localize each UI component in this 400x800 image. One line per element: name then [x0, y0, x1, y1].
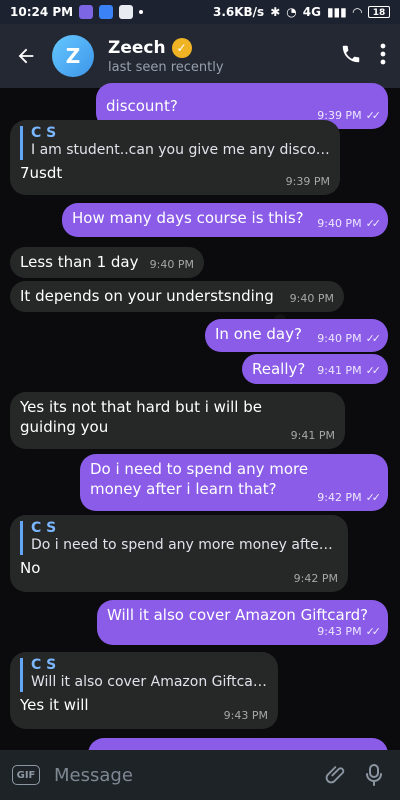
message-text: No — [20, 558, 41, 577]
message-composer: GIF — [0, 750, 400, 800]
reply-text: Do i need to spend any more money after … — [31, 537, 338, 554]
double-check-icon: ✓✓ — [365, 363, 382, 377]
message-meta: 9:40 PM ✓✓ — [317, 331, 382, 346]
notification-dot-icon — [139, 10, 144, 14]
contact-name: Zeech — [108, 37, 166, 58]
alarm-icon: ◔ — [286, 5, 297, 19]
message-time: 9:40 PM — [317, 216, 362, 230]
attach-button[interactable] — [322, 761, 350, 789]
back-arrow-icon — [18, 48, 34, 64]
message-meta: 9:43 PM — [224, 709, 268, 723]
message-meta: 9:42 PM ✓✓ — [317, 490, 382, 505]
message-bubble-incoming[interactable]: C S Do i need to spend any more money af… — [10, 515, 348, 592]
message-time: 9:41 PM — [317, 363, 362, 377]
network-speed: 3.6KB/s — [212, 5, 265, 19]
message-meta: 9:40 PM — [150, 258, 194, 272]
avatar[interactable]: Z — [52, 35, 94, 77]
double-check-icon: ✓✓ — [365, 624, 382, 638]
voice-message-button[interactable] — [360, 761, 388, 789]
message-time: 9:40 PM — [317, 331, 362, 345]
message-bubble-outgoing[interactable]: Do i need to spend any more money after … — [80, 454, 388, 511]
message-time: 9:43 PM — [223, 708, 268, 722]
message-text: 7usdt — [20, 163, 63, 182]
message-bubble-incoming[interactable]: Less than 1 day 9:40 PM — [10, 247, 204, 278]
more-options-button[interactable] — [380, 43, 386, 69]
double-check-icon: ✓✓ — [365, 331, 382, 345]
message-bubble-outgoing[interactable]: Will it also cover Amazon Giftcard? 9:43… — [97, 600, 388, 645]
status-left: 10:24 PM — [10, 5, 144, 19]
message-text: Yes its not that hard but i will be guid… — [20, 398, 262, 436]
double-check-icon: ✓✓ — [365, 108, 382, 122]
message-text: Will it also cover Amazon Giftcard? — [107, 606, 369, 624]
message-time: 9:39 PM — [285, 174, 330, 188]
message-bubble-outgoing[interactable]: Really? 9:41 PM ✓✓ — [242, 354, 388, 384]
message-meta: 9:39 PM — [286, 175, 330, 189]
chat-header: Z Zeech ✓ last seen recently — [0, 24, 400, 88]
message-time: 9:42 PM — [293, 571, 338, 585]
message-meta: 9:40 PM ✓✓ — [317, 216, 382, 231]
message-meta: 9:41 PM — [291, 429, 335, 443]
header-actions — [340, 43, 386, 69]
wifi-icon: ◠ — [352, 5, 362, 19]
status-time: 10:24 PM — [10, 5, 74, 19]
message-list: discount? 9:39 PM ✓✓ C S I am student..c… — [0, 83, 400, 758]
purple-app-icon — [79, 5, 94, 19]
double-check-icon: ✓✓ — [365, 490, 382, 504]
message-meta: 9:43 PM ✓✓ — [317, 624, 382, 639]
back-button[interactable] — [0, 24, 52, 88]
message-time: 9:41 PM — [290, 428, 335, 442]
reply-preview[interactable]: C S Will it also cover Amazon Giftcard? — [20, 657, 268, 692]
verified-badge-icon: ✓ — [171, 37, 192, 58]
message-time: 9:42 PM — [317, 490, 362, 504]
status-bar: 10:24 PM 3.6KB/s ✱ ◔ 4G ▮▮▮ ◠ 18 — [0, 0, 400, 24]
reply-text: I am student..can you give me any discou… — [31, 142, 330, 159]
message-bubble-incoming[interactable]: C S Will it also cover Amazon Giftcard? … — [10, 652, 278, 729]
gif-button[interactable]: GIF — [12, 765, 40, 785]
chat-title-block[interactable]: Zeech ✓ last seen recently — [108, 37, 340, 75]
message-input[interactable] — [52, 763, 312, 787]
message-text: It depends on your understsnding — [20, 287, 274, 305]
message-bubble-incoming[interactable]: C S I am student..can you give me any di… — [10, 120, 340, 195]
signal-icon: ▮▮▮ — [326, 5, 347, 19]
paperclip-icon — [325, 766, 345, 784]
more-vertical-icon — [380, 43, 386, 65]
blue-app-icon — [99, 5, 114, 19]
reply-author: C S — [31, 125, 57, 141]
message-time: 9:40 PM — [149, 257, 194, 271]
message-meta: 9:41 PM ✓✓ — [317, 363, 382, 378]
call-button[interactable] — [340, 43, 362, 69]
microphone-icon — [366, 764, 382, 786]
phone-icon — [342, 45, 360, 63]
message-meta: 9:40 PM — [290, 292, 334, 306]
status-right: 3.6KB/s ✱ ◔ 4G ▮▮▮ ◠ 18 — [213, 5, 390, 19]
message-time: 9:43 PM — [317, 624, 362, 638]
reply-author: C S — [31, 657, 57, 673]
signal-label: 4G — [302, 5, 321, 19]
message-bubble-outgoing[interactable]: In one day? 9:40 PM ✓✓ — [205, 319, 388, 352]
bluetooth-icon: ✱ — [270, 5, 281, 19]
reply-author: C S — [31, 520, 57, 536]
white-app-icon — [119, 5, 134, 19]
reply-preview[interactable]: C S I am student..can you give me any di… — [20, 125, 330, 160]
double-check-icon: ✓✓ — [365, 216, 382, 230]
message-bubble-incoming[interactable]: Yes its not that hard but i will be guid… — [10, 392, 345, 449]
message-bubble-incoming[interactable]: It depends on your understsnding 9:40 PM — [10, 281, 344, 312]
reply-preview[interactable]: C S Do i need to spend any more money af… — [20, 520, 338, 555]
battery-icon: 18 — [368, 6, 390, 18]
message-time: 9:40 PM — [289, 291, 334, 305]
message-bubble-outgoing[interactable]: How many days course is this? 9:40 PM ✓✓ — [62, 203, 388, 237]
last-seen-status: last seen recently — [108, 59, 224, 75]
title-row: Zeech ✓ — [108, 37, 340, 58]
message-meta: 9:42 PM — [294, 572, 338, 586]
reply-text: Will it also cover Amazon Giftcard? — [31, 674, 268, 691]
